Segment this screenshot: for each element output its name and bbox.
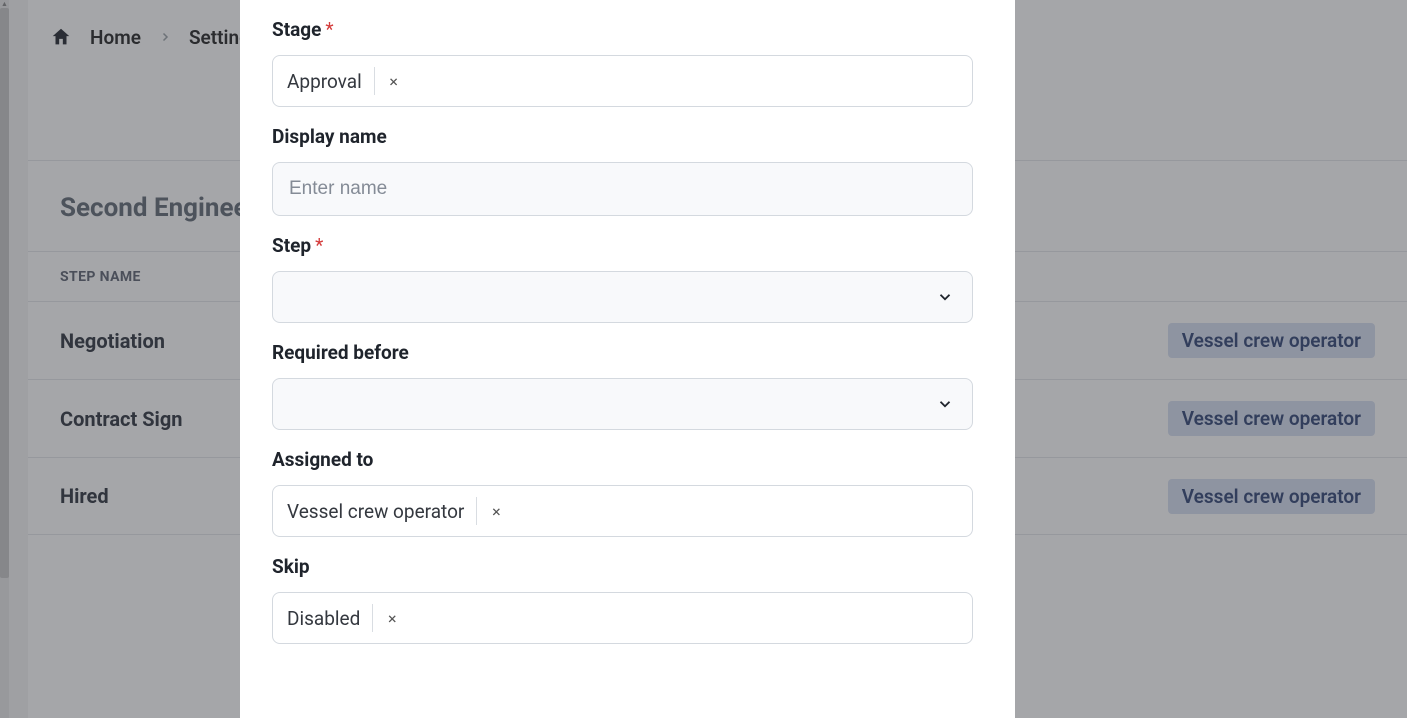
stage-select[interactable]: Approval × — [272, 55, 973, 107]
field-assigned-to: Assigned to Vessel crew operator × — [272, 448, 973, 537]
required-star-icon: * — [315, 234, 323, 257]
assigned-to-chip: Vessel crew operator × — [287, 497, 503, 525]
stage-value: Approval — [287, 70, 362, 93]
assigned-to-select[interactable]: Vessel crew operator × — [272, 485, 973, 537]
stage-chip: Approval × — [287, 67, 401, 95]
display-name-label: Display name — [272, 125, 973, 148]
skip-label: Skip — [272, 555, 973, 578]
skip-select[interactable]: Disabled × — [272, 592, 973, 644]
field-skip: Skip Disabled × — [272, 555, 973, 644]
edit-step-modal: Stage* Approval × Display name Step* Req… — [240, 0, 1015, 718]
field-required-before: Required before — [272, 341, 973, 430]
skip-value: Disabled — [287, 607, 360, 630]
clear-skip-icon[interactable]: × — [385, 609, 399, 628]
chevron-down-icon — [936, 288, 954, 306]
clear-assigned-to-icon[interactable]: × — [489, 502, 503, 521]
display-name-input[interactable] — [272, 162, 973, 216]
required-before-label: Required before — [272, 341, 973, 364]
chip-separator — [374, 67, 375, 95]
stage-label-text: Stage — [272, 18, 321, 41]
required-star-icon: * — [325, 18, 333, 41]
skip-chip: Disabled × — [287, 604, 399, 632]
assigned-to-label: Assigned to — [272, 448, 973, 471]
field-step: Step* — [272, 234, 973, 323]
chip-separator — [372, 604, 373, 632]
chip-separator — [476, 497, 477, 525]
field-stage: Stage* Approval × — [272, 18, 973, 107]
step-label-text: Step — [272, 234, 311, 257]
stage-label: Stage* — [272, 18, 973, 41]
clear-stage-icon[interactable]: × — [387, 72, 401, 91]
step-select[interactable] — [272, 271, 973, 323]
assigned-to-value: Vessel crew operator — [287, 500, 464, 523]
chevron-down-icon — [936, 395, 954, 413]
required-before-select[interactable] — [272, 378, 973, 430]
field-display-name: Display name — [272, 125, 973, 216]
step-label: Step* — [272, 234, 973, 257]
